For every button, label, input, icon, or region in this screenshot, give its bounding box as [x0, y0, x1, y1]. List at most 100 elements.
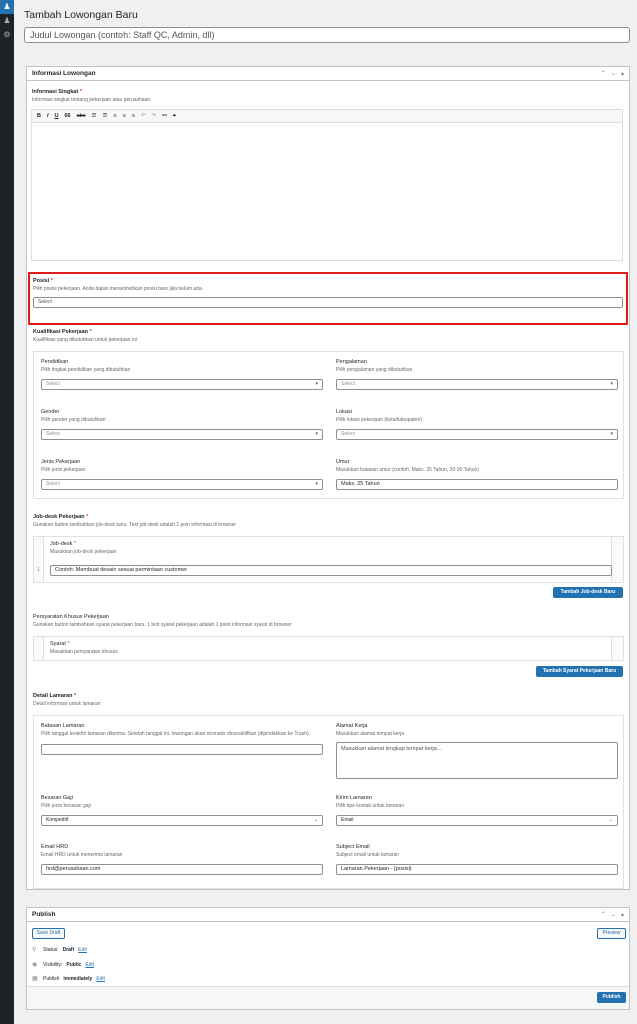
jobdesk-field: Job-desk Pekerjaan * Gunakan button tamb… — [33, 514, 623, 528]
pengalaman-label: Pengalaman — [336, 359, 367, 365]
toggle-icon[interactable]: ▴ — [621, 911, 624, 918]
chevron-down-icon: ▾ — [315, 481, 318, 487]
preview-button[interactable]: Preview — [597, 928, 626, 939]
visibility-label: Visibility: — [43, 961, 63, 968]
syarat-label: Persyaratan Khusus Pekerjaan — [33, 614, 109, 620]
email-label: Email HRD — [41, 844, 69, 850]
repeater-remove[interactable] — [611, 537, 623, 582]
rich-text-editor[interactable]: B I U 66 abc ☰ ☰ ≡ ≡ ≡ ↶ ↷ ⚯ ⌖ — [31, 109, 623, 261]
subject-input[interactable]: Lamaran Pekerjaan - {posisi} — [336, 864, 618, 875]
title-input[interactable]: Judul Lowongan (contoh: Staff QC, Admin,… — [24, 27, 630, 43]
umur-cell: Umur Masukkan batasan umur (contoh: Maks… — [336, 459, 618, 490]
align-right-icon[interactable]: ≡ — [132, 113, 135, 119]
underline-icon[interactable]: U — [55, 113, 59, 119]
syarat-field: Persyaratan Khusus Pekerjaan Gunakan but… — [33, 614, 623, 628]
syarat-desc: Gunakan button tambahkan syarat pekerjaa… — [33, 622, 292, 628]
numbered-list-icon[interactable]: ☰ — [102, 113, 107, 119]
gaji-select[interactable]: Kompetitif ⌄ — [41, 815, 323, 826]
alamat-desc: Masukkan alamat tempat kerja — [336, 731, 405, 737]
status-value: Draft — [62, 946, 75, 953]
umur-desc: Masukkan batasan umur (contoh: Maks. 25 … — [336, 467, 479, 473]
lokasi-select[interactable]: Select ▾ — [336, 429, 618, 440]
status-edit-link[interactable]: Edit — [78, 947, 87, 953]
chevron-down-icon: ▾ — [315, 431, 318, 437]
status-label: Status: — [43, 946, 59, 953]
umur-input[interactable]: Maks. 25 Tahun — [336, 479, 618, 490]
move-up-icon[interactable]: ⌃ — [601, 70, 606, 77]
syarat-sub-label: Syarat * — [50, 641, 70, 647]
lokasi-label: Lokasi — [336, 409, 352, 415]
visibility-row: ◉ Visibility: Public Edit — [32, 961, 94, 969]
user-icon[interactable]: ♟ — [0, 14, 14, 28]
info-lowongan-box: Informasi Lowongan ⌃ ⌄ ▴ Informasi Singk… — [26, 66, 630, 890]
align-left-icon[interactable]: ≡ — [113, 113, 116, 119]
bold-icon[interactable]: B — [37, 113, 41, 119]
kirim-select[interactable]: Email ⌄ — [336, 815, 618, 826]
email-cell: Email HRD Email HRD untuk menerima lamar… — [41, 844, 323, 875]
gender-select[interactable]: Select ▾ — [41, 429, 323, 440]
schedule-edit-link[interactable]: Edit — [96, 976, 105, 982]
alamat-textarea[interactable]: Masukkan alamat lengkap tempat kerja... — [336, 742, 618, 779]
jenis-label: Jenis Pekerjaan — [41, 459, 81, 465]
info-desc: Informasi singkat tentang pekerjaan atau… — [32, 97, 151, 103]
gender-desc: Pilih gender yang dibutuhkan — [41, 417, 106, 423]
gender-label: Gender — [41, 409, 60, 415]
jenis-desc: Pilih jenis pekerjaan — [41, 467, 86, 473]
info-box-title: Informasi Lowongan — [32, 70, 96, 77]
publish-button[interactable]: Publish — [597, 992, 626, 1003]
users-icon[interactable]: ♟ — [0, 0, 14, 14]
visibility-edit-link[interactable]: Edit — [85, 962, 94, 968]
pendidikan-select[interactable]: Select ▾ — [41, 379, 323, 390]
pengalaman-desc: Pilih pengalaman yang dibutuhkan — [336, 367, 413, 373]
calendar-icon: ▦ — [32, 976, 38, 982]
jobdesk-cell: Job-desk * Masukkan job-desk pekerjaan — [50, 541, 610, 555]
batasan-date-input[interactable] — [41, 744, 323, 755]
publish-title: Publish — [32, 911, 56, 918]
subject-desc: Subject email untuk lamaran — [336, 852, 400, 858]
pengalaman-cell: Pengalaman Pilih pengalaman yang dibutuh… — [336, 359, 618, 390]
jobdesk-input[interactable]: Contoh: Membuat desain sesuai permintaan… — [50, 565, 612, 576]
posisi-desc: Pilih posisi pekerjaan. Anda dapat menam… — [33, 286, 204, 292]
kualifikasi-label: Kualifikasi Pekerjaan * — [33, 329, 92, 335]
detail-desc: Detail informasi untuk lamaran — [33, 701, 101, 707]
add-syarat-button[interactable]: Tambah Syarat Pekerjaan Baru — [536, 666, 623, 677]
bullet-list-icon[interactable]: ☰ — [92, 113, 97, 119]
pin-icon: ⚲ — [32, 947, 37, 953]
move-down-icon[interactable]: ⌄ — [611, 911, 616, 918]
blockquote-icon[interactable]: 66 — [65, 113, 71, 119]
link-icon[interactable]: ⚯ — [162, 113, 167, 119]
publish-header: Publish ⌃ ⌄ ▴ — [27, 908, 629, 922]
toggle-icon[interactable]: ▴ — [621, 70, 624, 77]
pengalaman-select[interactable]: Select ▾ — [336, 379, 618, 390]
detail-grid: Batasan Lamaran Pilih tanggal terakhir l… — [33, 715, 624, 889]
admin-sidebar: ♟ ♟ ⚙ — [0, 0, 14, 1024]
repeater-remove[interactable] — [611, 637, 623, 660]
chevron-down-icon: ▾ — [315, 381, 318, 387]
undo-icon[interactable]: ↶ — [141, 113, 146, 119]
add-jobdesk-button[interactable]: Tambah Job-desk Baru — [553, 587, 623, 598]
box-handles: ⌃ ⌄ ▴ — [601, 70, 624, 77]
fullscreen-icon[interactable]: ⌖ — [173, 113, 176, 120]
detail-field: Detail Lamaran * Detail informasi untuk … — [33, 693, 623, 707]
jobdesk-repeater: Job-desk * Masukkan job-desk pekerjaan 1… — [33, 536, 624, 583]
email-input[interactable]: hrd@perusahaan.com — [41, 864, 323, 875]
align-center-icon[interactable]: ≡ — [123, 113, 126, 119]
redo-icon[interactable]: ↷ — [152, 113, 157, 119]
move-up-icon[interactable]: ⌃ — [601, 911, 606, 918]
gear-icon[interactable]: ⚙ — [0, 28, 14, 42]
posisi-select[interactable]: Select — [33, 297, 623, 308]
editor-toolbar: B I U 66 abc ☰ ☰ ≡ ≡ ≡ ↶ ↷ ⚯ ⌖ — [32, 110, 622, 123]
strikethrough-icon[interactable]: abc — [77, 113, 86, 119]
repeater-handle[interactable] — [34, 637, 44, 660]
save-draft-button[interactable]: Save Draft — [32, 928, 65, 939]
move-down-icon[interactable]: ⌄ — [611, 70, 616, 77]
repeater-handle[interactable] — [34, 537, 44, 582]
jobdesk-desc: Gunakan button tambahkan job-desk baru. … — [33, 522, 237, 528]
jenis-select[interactable]: Select ▾ — [41, 479, 323, 490]
chevron-down-icon: ⌄ — [608, 817, 613, 823]
eye-icon: ◉ — [32, 962, 38, 968]
gaji-desc: Pilih jenis besaran gaji — [41, 803, 91, 809]
italic-icon[interactable]: I — [47, 113, 49, 119]
pendidikan-cell: Pendidikan Pilih tingkat pendidikan yang… — [41, 359, 323, 390]
jenis-cell: Jenis Pekerjaan Pilih jenis pekerjaan Se… — [41, 459, 323, 490]
